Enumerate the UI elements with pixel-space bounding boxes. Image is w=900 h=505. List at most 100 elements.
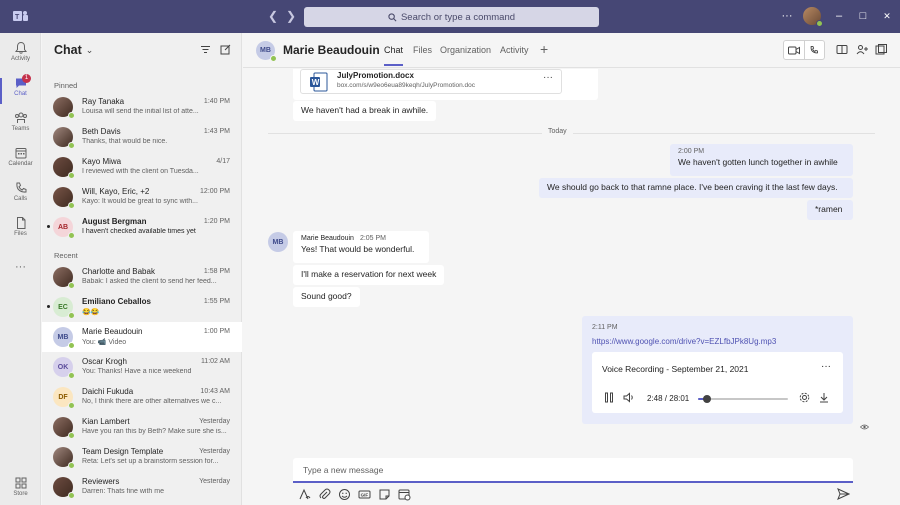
chat-list-item[interactable]: Kian Lambert Yesterday Have you ran this b… bbox=[42, 412, 242, 442]
rail-teams[interactable]: Teams bbox=[0, 109, 41, 145]
more-options-icon[interactable]: ··· bbox=[780, 6, 794, 26]
back-arrow-icon[interactable]: ❮ bbox=[266, 9, 280, 23]
new-chat-icon[interactable] bbox=[220, 44, 231, 55]
chat-preview: Reta: Let's set up a brainstorm session … bbox=[82, 458, 219, 465]
message-compose-input[interactable]: Type a new message bbox=[293, 458, 853, 483]
my-message: 2:00 PM We haven't gotten lunch together… bbox=[670, 144, 853, 176]
chat-list-item[interactable]: Kayo Miwa 4/17 I reviewed with the client … bbox=[42, 152, 242, 182]
video-call-button[interactable] bbox=[784, 41, 805, 59]
chat-list-item[interactable]: EC Emiliano Ceballos 1:55 PM 😂😂 bbox=[42, 292, 242, 322]
avatar-initials: EC bbox=[58, 303, 68, 311]
avatar: DF bbox=[53, 387, 75, 409]
chat-list-item[interactable]: Reviewers Yesterday Darren: Thats fine wit… bbox=[42, 472, 242, 502]
chat-list-item[interactable]: Beth Davis 1:43 PM Thanks, that would be n… bbox=[42, 122, 242, 152]
file-name: JulyPromotion.docx bbox=[337, 71, 414, 80]
file-url: box.com/s/w9eo6eua89keqh/JulyPromotion.d… bbox=[337, 82, 476, 89]
profile-avatar[interactable] bbox=[803, 7, 823, 27]
chat-time: 11:02 AM bbox=[200, 358, 230, 365]
rail-calendar[interactable]: Calendar bbox=[0, 144, 41, 180]
chat-name: Team Design Template bbox=[82, 447, 164, 456]
recording-more-button[interactable]: ··· bbox=[821, 361, 831, 372]
more-apps-button[interactable]: ··· bbox=[0, 261, 41, 297]
format-icon[interactable] bbox=[298, 488, 311, 501]
chat-list-item[interactable]: AB August Bergman 1:20 PM I haven't checked… bbox=[42, 212, 242, 242]
minimize-button[interactable]: – bbox=[832, 6, 846, 26]
date-divider-label: Today bbox=[542, 128, 573, 135]
chat-preview: You: 📹 Video bbox=[82, 339, 127, 346]
pause-icon[interactable] bbox=[604, 392, 614, 403]
their-message-text: I'll make a reservation for next week bbox=[293, 265, 445, 285]
status-available-icon bbox=[68, 372, 75, 379]
search-box[interactable]: Search or type a command bbox=[304, 7, 599, 27]
rail-files[interactable]: Files bbox=[0, 214, 41, 250]
chat-list-item[interactable]: Charlotte and Babak 1:58 PM Babak: I asked… bbox=[42, 262, 242, 292]
gif-icon[interactable]: GIF bbox=[358, 488, 371, 501]
avatar[interactable]: MB bbox=[268, 232, 288, 252]
forward-arrow-icon[interactable]: ❯ bbox=[284, 9, 298, 23]
conversation-title: Marie Beaudouin bbox=[283, 43, 380, 57]
chat-list-item[interactable]: DF Daichi Fukuda 10:43 AM No, I think there… bbox=[42, 382, 242, 412]
call-buttons bbox=[783, 40, 825, 60]
avatar-initials: MB bbox=[57, 333, 69, 341]
chat-list-item[interactable]: MB Marie Beaudouin 1:00 PM You: 📹 Video bbox=[42, 322, 242, 352]
avatar: OK bbox=[53, 357, 75, 379]
chat-list-item[interactable]: Will, Kayo, Eric, +2 12:00 PM Kayo: It wou… bbox=[42, 182, 242, 212]
rail-calls[interactable]: Calls bbox=[0, 179, 41, 215]
chat-list-item[interactable]: Ray Tanaka 1:40 PM Louisa will send the in… bbox=[42, 92, 242, 122]
schedule-meeting-icon[interactable] bbox=[398, 488, 411, 501]
rail-chat[interactable]: 1 Chat bbox=[0, 74, 41, 110]
filter-icon[interactable] bbox=[200, 44, 211, 55]
chat-name: Daichi Fukuda bbox=[82, 387, 134, 396]
chat-time: 1:00 PM bbox=[203, 328, 230, 335]
chat-time: 1:55 PM bbox=[203, 298, 230, 305]
chat-time: Yesterday bbox=[199, 448, 230, 455]
svg-text:W: W bbox=[312, 78, 320, 87]
sticker-icon[interactable] bbox=[378, 488, 391, 501]
chat-name: Oscar Krogh bbox=[82, 357, 127, 366]
attach-icon[interactable] bbox=[318, 488, 331, 501]
file-more-button[interactable]: ··· bbox=[543, 72, 553, 83]
send-icon[interactable] bbox=[837, 488, 850, 500]
tab-activity[interactable]: Activity bbox=[500, 45, 529, 55]
status-available-icon bbox=[816, 20, 823, 27]
pop-out-icon[interactable] bbox=[875, 44, 887, 55]
rail-label: Activity bbox=[10, 56, 30, 62]
status-available-icon bbox=[270, 55, 277, 62]
volume-icon[interactable] bbox=[623, 392, 635, 403]
screen-share-icon[interactable] bbox=[836, 44, 848, 55]
settings-gear-icon[interactable] bbox=[799, 392, 810, 403]
chat-time: 1:40 PM bbox=[203, 98, 230, 105]
file-attachment[interactable]: W JulyPromotion.docx box.com/s/w9eo6eua8… bbox=[300, 69, 562, 94]
chat-list-item[interactable]: OK Oscar Krogh 11:02 AM You: Thanks! Have a… bbox=[42, 352, 242, 382]
tab-organization[interactable]: Organization bbox=[440, 45, 491, 55]
download-icon[interactable] bbox=[819, 392, 829, 403]
status-available-icon bbox=[68, 232, 75, 239]
close-button[interactable]: ✕ bbox=[880, 6, 894, 26]
maximize-button[interactable]: □ bbox=[856, 6, 870, 26]
tab-chat[interactable]: Chat bbox=[384, 45, 404, 66]
chat-preview: I haven't checked available times yet bbox=[82, 228, 196, 235]
voice-link[interactable]: https://www.google.com/drive?v=EZLfbJPk8… bbox=[592, 337, 776, 346]
title-bar: T ❮ ❯ Search or type a command ··· – □ ✕ bbox=[0, 0, 900, 33]
seek-bar[interactable] bbox=[698, 395, 788, 403]
chat-name: Charlotte and Babak bbox=[82, 267, 155, 276]
chevron-down-icon[interactable]: ⌄ bbox=[86, 45, 94, 56]
recording-title: Voice Recording - September 21, 2021 bbox=[602, 364, 749, 374]
search-icon bbox=[388, 12, 397, 21]
message-time: 2:00 PM bbox=[678, 148, 705, 155]
avatar[interactable]: MB bbox=[256, 41, 277, 62]
seek-bar-thumb[interactable] bbox=[703, 395, 711, 403]
chat-list-title[interactable]: Chat bbox=[54, 43, 82, 57]
rail-store[interactable]: Store bbox=[0, 474, 41, 505]
status-available-icon bbox=[68, 492, 75, 499]
their-message-text: Sound good? bbox=[293, 287, 360, 307]
emoji-icon[interactable] bbox=[338, 488, 351, 501]
add-people-icon[interactable] bbox=[856, 44, 868, 55]
add-tab-button[interactable]: + bbox=[540, 41, 548, 57]
chat-list-item[interactable]: Team Design Template Yesterday Reta: Let's… bbox=[42, 442, 242, 472]
audio-call-button[interactable] bbox=[805, 41, 825, 59]
tab-files[interactable]: Files bbox=[413, 45, 432, 55]
rail-activity[interactable]: Activity bbox=[0, 39, 41, 75]
chat-preview: I reviewed with the client on Tuesda... bbox=[82, 168, 199, 175]
message-text: We haven't gotten lunch together in awhi… bbox=[678, 157, 838, 167]
